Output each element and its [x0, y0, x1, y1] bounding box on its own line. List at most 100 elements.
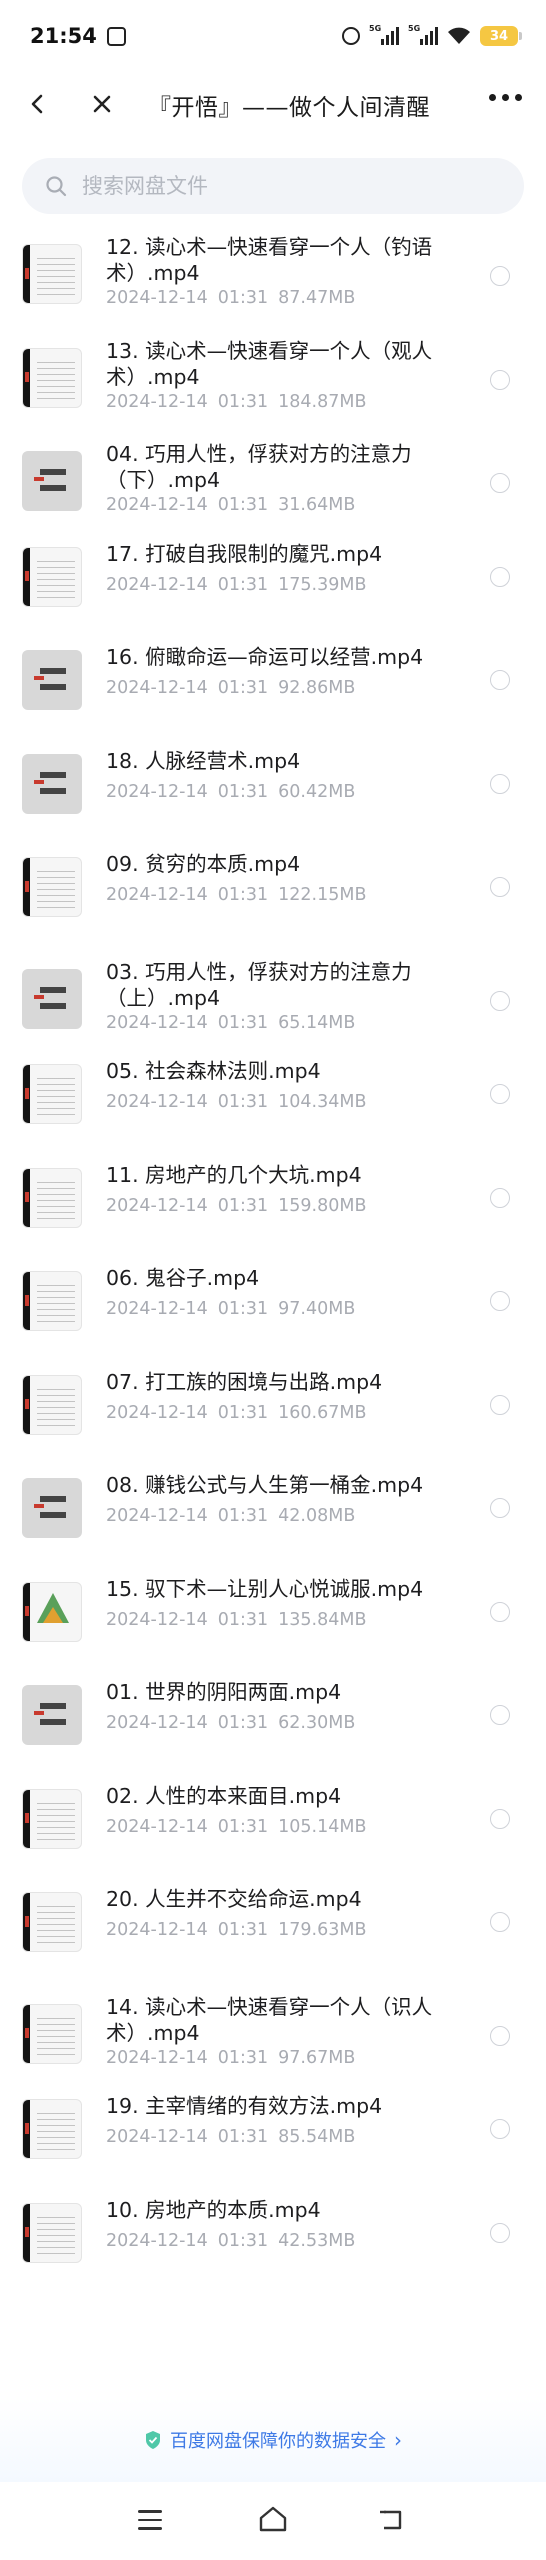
close-icon[interactable] — [86, 88, 118, 120]
file-time: 01:31 — [217, 574, 269, 595]
file-list-item[interactable]: 08. 赚钱公式与人生第一桶金.mp4 2024-12-14 01:31 42.08M… — [0, 1468, 546, 1568]
file-name: 19. 主宰情绪的有效方法.mp4 — [106, 2094, 383, 2118]
file-size: 31.64MB — [278, 495, 356, 515]
file-list-item[interactable]: 16. 俯瞰命运—命运可以经营.mp4 2024-12-14 01:31 92.86M… — [0, 640, 546, 740]
file-list-item[interactable]: 09. 贫穷的本质.mp4 2024-12-14 01:31 122.15MB — [0, 847, 546, 947]
file-size: 97.40MB — [278, 1299, 356, 1319]
file-size: 122.15MB — [278, 885, 367, 905]
file-list-item[interactable]: 04. 巧用人性，俘获对方的注意力（下）.mp4 2024-12-14 01:31 3… — [0, 433, 546, 533]
file-list-item[interactable]: 05. 社会森林法则.mp4 2024-12-14 01:31 104.34MB — [0, 1054, 546, 1154]
select-radio[interactable] — [490, 1394, 510, 1415]
select-radio[interactable] — [490, 1291, 510, 1311]
file-name: 08. 赚钱公式与人生第一桶金.mp4 — [106, 1473, 424, 1497]
more-dots-icon[interactable] — [489, 94, 522, 101]
data-security-banner[interactable]: 百度网盘保障你的数据安全 › — [0, 2398, 546, 2482]
file-time: 01:31 — [217, 1713, 269, 1733]
chevron-left-icon[interactable] — [22, 88, 54, 120]
file-list-item[interactable]: 17. 打破自我限制的魔咒.mp4 2024-12-14 01:31 175.39MB — [0, 537, 546, 637]
file-date: 2024-12-14 — [106, 2047, 208, 2068]
video-thumbnail — [22, 1478, 82, 1538]
file-list-item[interactable]: 15. 驭下术—让别人心悦诚服.mp4 2024-12-14 01:31 135.84… — [0, 1572, 546, 1672]
file-size: 105.14MB — [278, 1816, 367, 1837]
select-radio[interactable] — [490, 266, 510, 286]
file-list-item[interactable]: 07. 打工族的困境与出路.mp4 2024-12-14 01:31 160.67MB — [0, 1365, 546, 1465]
file-meta: 2024-12-14 01:31 85.54MB — [106, 2127, 365, 2147]
file-list-item[interactable]: 12. 读心术—快速看穿一个人（钓语术）.mp4 2024-12-14 01:31 8… — [0, 226, 546, 326]
home-icon[interactable] — [258, 2504, 288, 2534]
select-radio[interactable] — [490, 566, 510, 587]
video-thumbnail — [22, 451, 82, 511]
signal-icon-2: 5G — [408, 24, 438, 45]
file-list-item[interactable]: 18. 人脉经营术.mp4 2024-12-14 01:31 60.42MB — [0, 744, 546, 844]
video-thumbnail — [22, 857, 82, 917]
file-list-item[interactable]: 10. 房地产的本质.mp4 2024-12-14 01:31 42.53MB — [0, 2193, 546, 2293]
video-thumbnail — [22, 1271, 82, 1331]
menu-icon[interactable] — [138, 2510, 162, 2530]
file-time: 01:31 — [217, 2127, 269, 2147]
back-icon[interactable] — [378, 2508, 404, 2532]
file-time: 01:31 — [217, 1609, 269, 1630]
file-list-item[interactable]: 11. 房地产的几个大坑.mp4 2024-12-14 01:31 159.80MB — [0, 1158, 546, 1258]
file-list-item[interactable]: 03. 巧用人性，俘获对方的注意力（上）.mp4 2024-12-14 01:31 6… — [0, 951, 546, 1051]
file-meta: 2024-12-14 01:31 135.84MB — [106, 1610, 376, 1630]
file-list-item[interactable]: 14. 读心术—快速看穿一个人（识人术）.mp4 2024-12-14 01:31 9… — [0, 1986, 546, 2086]
security-text: 百度网盘保障你的数据安全 — [170, 2431, 386, 2452]
select-radio[interactable] — [490, 369, 510, 390]
search-bar[interactable] — [22, 158, 524, 214]
select-radio[interactable] — [490, 1808, 510, 1829]
file-list-item[interactable]: 19. 主宰情绪的有效方法.mp4 2024-12-14 01:31 85.54MB — [0, 2089, 546, 2189]
file-time: 01:31 — [217, 1299, 269, 1319]
file-list-item[interactable]: 13. 读心术—快速看穿一个人（观人术）.mp4 2024-12-14 01:31 1… — [0, 330, 546, 430]
select-radio[interactable] — [490, 1187, 510, 1208]
file-date: 2024-12-14 — [106, 2230, 208, 2251]
signal-tag-2: 5G — [408, 24, 421, 33]
file-size: 97.67MB — [278, 2047, 356, 2068]
file-size: 65.14MB — [278, 1012, 356, 1033]
search-input[interactable] — [82, 174, 482, 198]
file-date: 2024-12-14 — [106, 1402, 208, 1423]
status-right: 5G 5G 34 — [342, 24, 522, 46]
file-date: 2024-12-14 — [106, 495, 208, 515]
file-date: 2024-12-14 — [106, 1713, 208, 1733]
status-time: 21:54 — [30, 24, 97, 48]
file-meta: 2024-12-14 01:31 97.40MB — [106, 1299, 365, 1319]
select-radio[interactable] — [490, 2119, 510, 2139]
select-radio[interactable] — [490, 2222, 510, 2243]
file-list-item[interactable]: 01. 世界的阴阳两面.mp4 2024-12-14 01:31 62.30MB — [0, 1675, 546, 1775]
video-thumbnail — [22, 2202, 82, 2263]
select-radio[interactable] — [490, 990, 510, 1011]
file-size: 184.87MB — [278, 391, 367, 412]
file-date: 2024-12-14 — [106, 1012, 208, 1033]
file-list-item[interactable]: 20. 人生并不交给命运.mp4 2024-12-14 01:31 179.63MB — [0, 1882, 546, 1982]
file-date: 2024-12-14 — [106, 1299, 208, 1319]
battery-level: 34 — [489, 28, 509, 44]
file-name: 20. 人生并不交给命运.mp4 — [106, 1887, 362, 1911]
select-radio[interactable] — [490, 2025, 510, 2046]
select-radio[interactable] — [490, 773, 510, 794]
file-time: 01:31 — [217, 885, 269, 905]
file-size: 104.34MB — [278, 1092, 367, 1112]
status-left: 21:54 — [30, 24, 126, 48]
file-date: 2024-12-14 — [106, 574, 208, 595]
select-radio[interactable] — [490, 1601, 510, 1622]
file-time: 01:31 — [217, 1920, 269, 1940]
file-time: 01:31 — [217, 1816, 269, 1837]
select-radio[interactable] — [490, 1705, 510, 1725]
shield-icon — [146, 2431, 160, 2449]
select-radio[interactable] — [490, 1912, 510, 1932]
file-time: 01:31 — [217, 2047, 269, 2068]
page-title: 『开悟』——做个人间清醒 — [148, 95, 430, 121]
select-radio[interactable] — [490, 473, 510, 493]
file-size: 85.54MB — [278, 2127, 356, 2147]
file-meta: 2024-12-14 01:31 42.53MB — [106, 2231, 365, 2251]
file-list-item[interactable]: 02. 人性的本来面目.mp4 2024-12-14 01:31 105.14MB — [0, 1779, 546, 1879]
file-list-item[interactable]: 06. 鬼谷子.mp4 2024-12-14 01:31 97.40MB — [0, 1261, 546, 1361]
video-thumbnail — [22, 244, 82, 304]
select-radio[interactable] — [490, 1498, 510, 1518]
file-time: 01:31 — [217, 391, 269, 412]
file-date: 2024-12-14 — [106, 885, 208, 905]
select-radio[interactable] — [490, 670, 510, 690]
file-name: 02. 人性的本来面目.mp4 — [106, 1783, 342, 1808]
select-radio[interactable] — [490, 877, 510, 897]
select-radio[interactable] — [490, 1084, 510, 1104]
